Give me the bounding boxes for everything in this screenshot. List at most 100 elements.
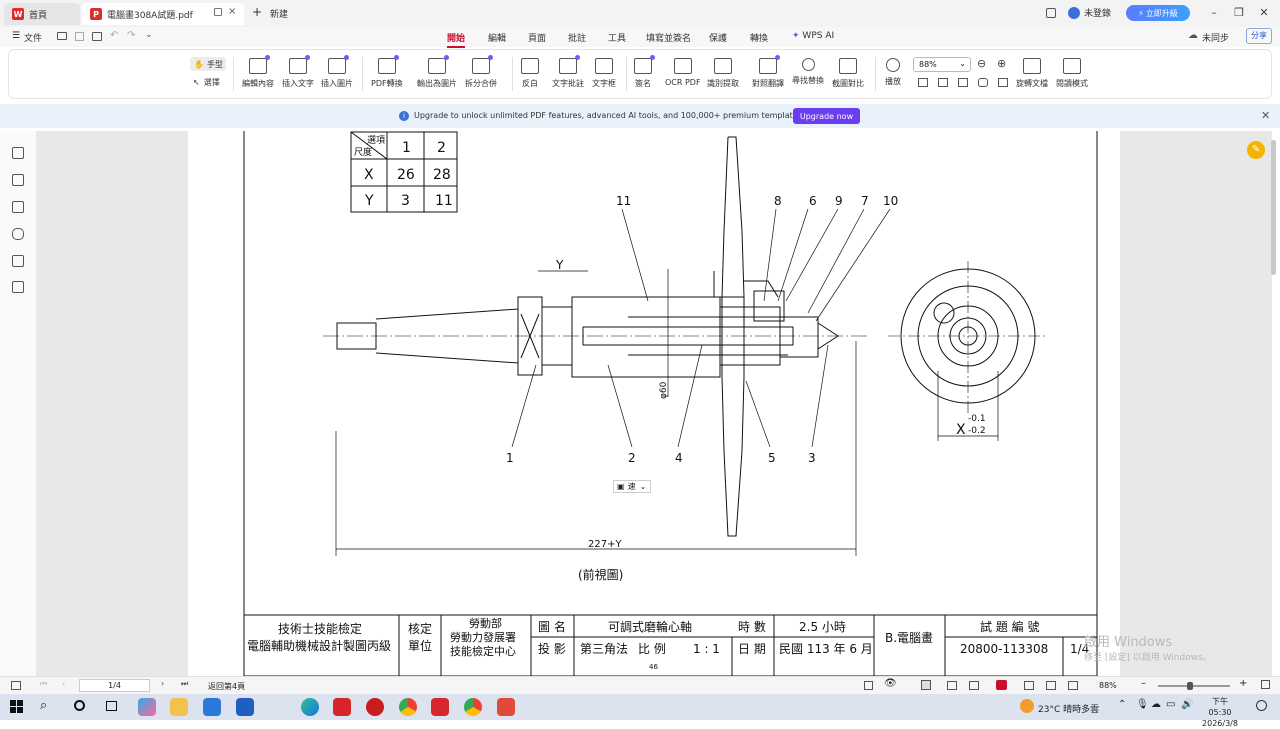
fit-icon[interactable]: [1024, 681, 1034, 690]
copilot-icon[interactable]: [138, 698, 156, 716]
store-icon[interactable]: [203, 698, 221, 716]
app-s-icon[interactable]: [497, 698, 515, 716]
next-page-icon[interactable]: ›: [161, 679, 164, 688]
eye-icon[interactable]: 👁: [884, 678, 897, 689]
menu-item-comment[interactable]: 批註: [568, 31, 586, 44]
new-tab-icon[interactable]: +: [252, 5, 262, 19]
menu-item-tools[interactable]: 工具: [608, 31, 626, 44]
tab-document[interactable]: P 電腦畫308A試題.pdf ×: [82, 3, 244, 25]
close-window-button[interactable]: ✕: [1254, 5, 1274, 21]
fit-page-icon[interactable]: [938, 78, 948, 87]
app-red-icon[interactable]: [366, 698, 384, 716]
save-icon[interactable]: [75, 32, 84, 41]
folder-icon[interactable]: [57, 32, 67, 40]
search-icon[interactable]: ⌕: [40, 698, 47, 713]
task-view-icon[interactable]: [106, 701, 117, 711]
print-icon[interactable]: [92, 32, 102, 41]
vertical-scrollbar[interactable]: [1271, 140, 1276, 275]
menu-item-convert[interactable]: 轉換: [750, 31, 768, 44]
windows-start-icon[interactable]: [10, 700, 23, 713]
zoom-in-icon[interactable]: +: [1239, 678, 1247, 689]
pdf-convert-button[interactable]: PDF轉換: [371, 55, 403, 89]
upgrade-now-button[interactable]: Upgrade now: [793, 108, 860, 124]
insert-text-button[interactable]: 插入文字: [282, 55, 314, 89]
fit-width-icon[interactable]: [918, 78, 928, 87]
back-to-page-link[interactable]: 返回第4頁: [208, 681, 245, 692]
last-page-icon[interactable]: ⏭: [181, 679, 188, 689]
sign-button[interactable]: 簽名: [634, 55, 655, 89]
share-button[interactable]: 分享: [1246, 28, 1272, 44]
chevron-down-icon[interactable]: ⌄: [145, 30, 153, 40]
expand-icon[interactable]: [1261, 680, 1270, 689]
insert-image-button[interactable]: 插入圖片: [321, 55, 353, 89]
mail-icon[interactable]: [236, 698, 254, 716]
cortana-icon[interactable]: [74, 700, 85, 711]
chrome-icon[interactable]: [399, 698, 417, 716]
text-comment-button[interactable]: 文字批註: [552, 55, 584, 89]
crop-icon[interactable]: [998, 78, 1008, 87]
new-tab-label[interactable]: 新建: [270, 7, 288, 20]
undo-icon[interactable]: ↶: [110, 30, 118, 41]
notification-icon[interactable]: [1256, 700, 1267, 711]
zoom-slider[interactable]: [1158, 685, 1230, 687]
read-mode-button[interactable]: 閱讀模式: [1056, 58, 1088, 89]
acrobat-icon[interactable]: [431, 698, 449, 716]
menu-item-start[interactable]: 開始: [447, 31, 466, 48]
weather-text[interactable]: 23°C 晴時多雲: [1038, 702, 1099, 715]
edit-content-button[interactable]: 編輯內容: [242, 55, 274, 89]
ocr-pdf-button[interactable]: OCR PDF: [665, 58, 701, 87]
edge-icon[interactable]: [301, 698, 319, 716]
fullscreen-icon[interactable]: [1046, 681, 1056, 690]
hamburger-icon[interactable]: ☰: [12, 31, 20, 41]
thumbnail-icon[interactable]: [12, 174, 24, 186]
hand-tool-button[interactable]: ✋ 手型: [190, 57, 226, 71]
window-mode-icon[interactable]: [1046, 8, 1056, 18]
translate-button[interactable]: 對照翻譯: [752, 55, 784, 89]
bookmark-icon[interactable]: [12, 147, 24, 159]
menu-item-fill-sign[interactable]: 填寫並簽名: [646, 31, 691, 44]
redo-icon[interactable]: ↷: [127, 30, 135, 41]
tab-home[interactable]: W 首頁: [4, 3, 80, 25]
network-icon[interactable]: ▭: [1166, 699, 1175, 710]
zoom-slider-thumb[interactable]: [1187, 682, 1193, 690]
rotate-document-button[interactable]: 旋轉文檔: [1016, 58, 1048, 89]
menu-item-protect[interactable]: 保護: [709, 31, 727, 44]
split-merge-button[interactable]: 拆分合併: [465, 55, 497, 89]
single-page-icon[interactable]: [921, 680, 931, 690]
menu-item-edit[interactable]: 編輯: [488, 31, 506, 44]
reading-icon[interactable]: [947, 681, 957, 690]
rotate-icon[interactable]: [978, 78, 988, 87]
text-box-button[interactable]: 文字框: [592, 58, 616, 89]
floating-mini-toolbar[interactable]: ▣ 速 ⌄: [613, 480, 651, 493]
highlight-button[interactable]: 反白: [521, 58, 539, 89]
layers-icon[interactable]: [12, 281, 24, 293]
signature-icon[interactable]: [12, 255, 24, 267]
cloud-icon[interactable]: ☁: [1151, 699, 1161, 710]
microphone-icon[interactable]: 🎙: [1136, 699, 1149, 710]
export-image-button[interactable]: 輸出為圖片: [417, 55, 457, 89]
user-account[interactable]: 未登錄: [1068, 6, 1111, 19]
recognize-extract-button[interactable]: 識別提取: [707, 58, 739, 89]
tab-window-icon[interactable]: [214, 8, 222, 16]
page-number-input[interactable]: 1/4: [79, 679, 150, 692]
chrome-profile-icon[interactable]: [464, 698, 482, 716]
export-icon[interactable]: [864, 681, 873, 690]
zoom-out-icon[interactable]: ⊖: [977, 57, 986, 70]
crop-page-icon[interactable]: [1068, 681, 1078, 690]
speaker-icon[interactable]: 🔊: [1181, 699, 1193, 710]
clock[interactable]: 下午 05:30 2026/3/8: [1200, 696, 1240, 729]
first-page-icon[interactable]: ⏮: [40, 679, 47, 689]
zoom-select[interactable]: 88% ⌄: [913, 57, 971, 72]
play-button[interactable]: 播放: [885, 58, 901, 87]
two-page-icon[interactable]: [969, 681, 979, 690]
file-menu[interactable]: 文件: [24, 31, 42, 44]
tray-chevron-icon[interactable]: ⌃: [1118, 699, 1126, 710]
file-explorer-icon[interactable]: [170, 698, 188, 716]
attachment-icon[interactable]: [12, 228, 24, 240]
zoom-in-icon[interactable]: ⊕: [997, 57, 1006, 70]
close-banner-icon[interactable]: ✕: [1261, 109, 1270, 122]
screenshot-compare-button[interactable]: 截圖對比: [832, 58, 864, 89]
actual-size-icon[interactable]: [958, 78, 968, 87]
minimize-button[interactable]: –: [1204, 5, 1224, 21]
sidebar-toggle-icon[interactable]: [11, 681, 21, 690]
